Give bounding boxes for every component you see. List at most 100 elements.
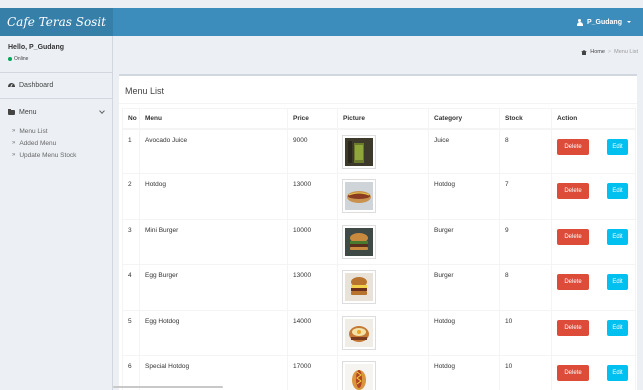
cell-picture bbox=[337, 264, 429, 311]
sidebar-subitem-label: Added Menu bbox=[19, 139, 57, 147]
sidebar-subitem-label: Menu List bbox=[19, 127, 48, 135]
cell-category: Hotdog bbox=[428, 309, 500, 356]
cell-no: 3 bbox=[122, 218, 140, 266]
table-row: 2 Hotdog 13000 Hotdog 7 Delete Edit bbox=[122, 173, 636, 220]
delete-button[interactable]: Delete bbox=[557, 228, 589, 245]
cell-price: 10000 bbox=[287, 218, 338, 266]
menu-thumbnail bbox=[342, 134, 376, 169]
hotdog-photo-icon bbox=[345, 363, 373, 390]
user-menu-label: P_Gudang bbox=[586, 18, 622, 26]
delete-button[interactable]: Delete bbox=[557, 319, 589, 336]
sidebar: Hello, P_Gudang Online Dashboard Menu » … bbox=[0, 36, 113, 390]
cell-category: Hotdog bbox=[428, 354, 500, 390]
breadcrumb-current: Menu List bbox=[614, 49, 638, 55]
cell-menu: Avocado Juice bbox=[139, 127, 288, 175]
cell-menu: Hotdog bbox=[139, 173, 288, 220]
column-header: Category bbox=[428, 108, 500, 130]
horizontal-scrollbar[interactable] bbox=[113, 386, 223, 388]
sidebar-item-label: Menu bbox=[19, 108, 37, 116]
cell-picture bbox=[337, 354, 429, 390]
edit-button[interactable]: Edit bbox=[607, 138, 628, 155]
table-row: 1 Avocado Juice 9000 Juice 8 Delete Edit bbox=[122, 127, 636, 175]
cell-category: Hotdog bbox=[428, 173, 500, 220]
cell-picture bbox=[337, 218, 429, 266]
cell-stock: 7 bbox=[499, 173, 552, 220]
edit-button[interactable]: Edit bbox=[607, 183, 628, 200]
table-header-row: No Menu Price Picture Category Stock Act… bbox=[122, 108, 636, 130]
cell-category: Juice bbox=[428, 127, 500, 175]
menu-list-box: Menu List No Menu Price Picture Category… bbox=[119, 74, 637, 390]
sidebar-subitem-label: Update Menu Stock bbox=[19, 151, 77, 159]
sidebar-item-label: Dashboard bbox=[19, 82, 54, 89]
column-header: Action bbox=[551, 108, 636, 130]
divider bbox=[119, 103, 637, 104]
delete-button[interactable]: Delete bbox=[557, 364, 589, 381]
cell-category: Burger bbox=[428, 218, 500, 266]
delete-button[interactable]: Delete bbox=[557, 138, 589, 155]
user-panel: Hello, P_Gudang Online bbox=[0, 36, 112, 73]
cell-no: 6 bbox=[122, 354, 140, 390]
cell-category: Burger bbox=[428, 264, 500, 311]
chevron-down-icon bbox=[99, 108, 105, 114]
user-status: Online bbox=[8, 56, 104, 62]
home-icon bbox=[581, 49, 588, 55]
menu-thumbnail bbox=[342, 179, 376, 214]
cell-picture bbox=[337, 127, 429, 175]
cell-stock: 9 bbox=[499, 218, 552, 266]
menu-thumbnail bbox=[342, 315, 376, 350]
cell-action: Delete Edit bbox=[551, 309, 636, 356]
app-brand[interactable]: Cafe Teras Sosit bbox=[0, 8, 113, 36]
column-header: No bbox=[122, 108, 140, 130]
breadcrumb: Home > Menu List bbox=[581, 49, 638, 55]
cell-action: Delete Edit bbox=[551, 127, 636, 175]
column-header: Menu bbox=[139, 108, 288, 130]
cell-no: 5 bbox=[122, 309, 140, 356]
edit-button[interactable]: Edit bbox=[607, 319, 628, 336]
double-chevron-right-icon: » bbox=[12, 140, 16, 146]
cell-menu: Mini Burger bbox=[139, 218, 288, 266]
sidebar-subitem-added-menu[interactable]: » Added Menu bbox=[0, 137, 112, 149]
column-header: Picture bbox=[337, 108, 429, 130]
user-icon bbox=[576, 18, 583, 26]
cell-menu: Special Hotdog bbox=[139, 354, 288, 390]
user-menu-dropdown[interactable]: P_Gudang bbox=[576, 8, 631, 36]
sidebar-subitem-update-stock[interactable]: » Update Menu Stock bbox=[0, 149, 112, 161]
column-header: Price bbox=[287, 108, 338, 130]
cell-price: 14000 bbox=[287, 309, 338, 356]
edit-button[interactable]: Edit bbox=[607, 228, 628, 245]
double-chevron-right-icon: » bbox=[12, 128, 16, 134]
content-header: Home > Menu List bbox=[113, 36, 643, 66]
table-row: 3 Mini Burger 10000 Burger 9 Delete Edit bbox=[122, 218, 636, 266]
cell-stock: 8 bbox=[499, 127, 552, 175]
cell-price: 13000 bbox=[287, 264, 338, 311]
sidebar-subitem-menu-list[interactable]: » Menu List bbox=[0, 125, 112, 137]
table-row: 4 Egg Burger 13000 Burger 8 Delete Edit bbox=[122, 264, 636, 311]
sidebar-item-menu[interactable]: Menu bbox=[0, 99, 112, 125]
edit-button[interactable]: Edit bbox=[607, 364, 628, 381]
table-row: 5 Egg Hotdog 14000 Hotdog 10 Delete Edit bbox=[122, 309, 636, 356]
cell-action: Delete Edit bbox=[551, 354, 636, 390]
cell-menu: Egg Burger bbox=[139, 264, 288, 311]
double-chevron-right-icon: » bbox=[12, 152, 16, 158]
cell-picture bbox=[337, 173, 429, 220]
menu-thumbnail bbox=[342, 360, 376, 390]
breadcrumb-home[interactable]: Home bbox=[590, 49, 605, 55]
cell-price: 9000 bbox=[287, 127, 338, 175]
delete-button[interactable]: Delete bbox=[557, 183, 589, 200]
burger-photo-icon bbox=[345, 273, 373, 302]
cell-no: 1 bbox=[122, 127, 140, 175]
status-label: Online bbox=[14, 56, 29, 62]
edit-button[interactable]: Edit bbox=[607, 274, 628, 291]
box-title: Menu List bbox=[125, 86, 165, 96]
burger-photo-icon bbox=[345, 227, 373, 256]
cell-stock: 8 bbox=[499, 264, 552, 311]
menu-table: No Menu Price Picture Category Stock Act… bbox=[122, 108, 636, 390]
delete-button[interactable]: Delete bbox=[557, 274, 589, 291]
menu-thumbnail bbox=[342, 270, 376, 305]
cell-price: 17000 bbox=[287, 354, 338, 390]
breadcrumb-separator: > bbox=[607, 49, 612, 55]
cell-stock: 10 bbox=[499, 354, 552, 390]
cell-action: Delete Edit bbox=[551, 173, 636, 220]
sidebar-item-dashboard[interactable]: Dashboard bbox=[0, 73, 112, 99]
hotdog-photo-icon bbox=[345, 182, 373, 211]
